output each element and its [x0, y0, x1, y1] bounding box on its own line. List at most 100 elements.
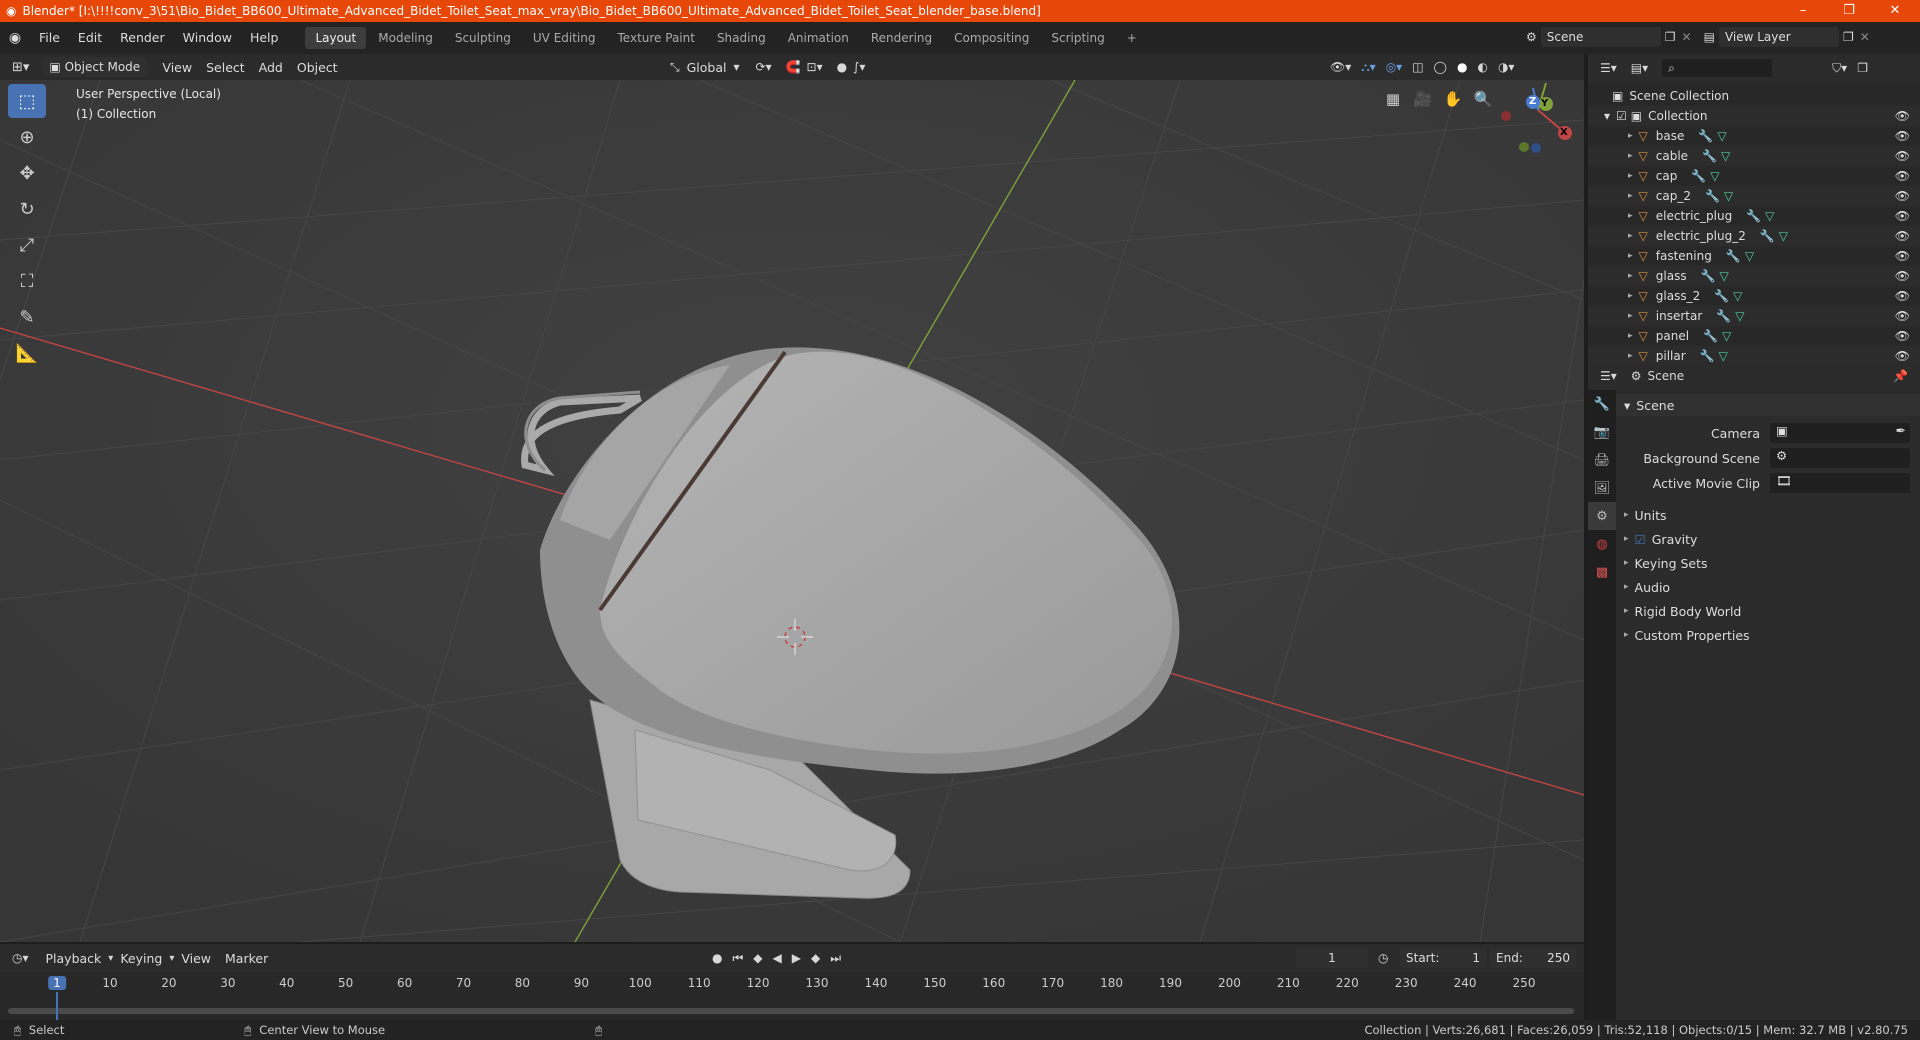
- end-frame-field[interactable]: End: 250: [1490, 948, 1576, 968]
- timeline-scrollbar[interactable]: [8, 1008, 1574, 1014]
- pivot-icon[interactable]: ⟳▾: [756, 60, 772, 74]
- eye-icon[interactable]: 👁: [1895, 109, 1910, 123]
- expand-arrow-icon[interactable]: ▸: [1628, 251, 1633, 261]
- add-workspace-button[interactable]: +: [1117, 27, 1147, 49]
- outliner-row-object[interactable]: ▸ ▽ base 🔧 ▽ 👁: [1588, 126, 1920, 146]
- outliner-row-object[interactable]: ▸ ▽ cap 🔧 ▽ 👁: [1588, 166, 1920, 186]
- close-button[interactable]: ✕: [1872, 0, 1918, 22]
- menu-timeline-view[interactable]: View: [174, 951, 218, 966]
- playhead-line[interactable]: [56, 992, 58, 1020]
- eye-icon[interactable]: 👁: [1895, 289, 1910, 303]
- eye-icon[interactable]: 👁: [1895, 189, 1910, 203]
- background-scene-field[interactable]: ⚙: [1770, 448, 1910, 468]
- tab-texture-paint[interactable]: Texture Paint: [608, 27, 705, 49]
- jump-end-icon[interactable]: ⏭: [830, 951, 841, 966]
- wireframe-shading-icon[interactable]: ◯: [1434, 60, 1447, 74]
- timeline-editor-icon[interactable]: ◷▾: [12, 951, 29, 965]
- tab-compositing[interactable]: Compositing: [944, 27, 1039, 49]
- expand-arrow-icon[interactable]: ▸: [1628, 351, 1633, 361]
- tab-modeling[interactable]: Modeling: [368, 27, 443, 49]
- expand-arrow-icon[interactable]: ▸: [1628, 331, 1633, 341]
- 3d-viewport[interactable]: X Y Z ▦ 🎥 ✋ 🔍: [0, 80, 1584, 942]
- scene-tab-icon[interactable]: ⚙: [1588, 502, 1616, 530]
- expand-arrow-icon[interactable]: ▸: [1628, 151, 1633, 161]
- current-frame-field[interactable]: 1: [1296, 948, 1368, 968]
- jump-start-icon[interactable]: ⏮: [732, 951, 743, 966]
- properties-section[interactable]: ▸ Custom Properties: [1616, 624, 1920, 646]
- solid-shading-icon[interactable]: ●: [1457, 60, 1467, 74]
- scale-tool-icon[interactable]: ⤢: [8, 228, 46, 262]
- outliner-row-object[interactable]: ▸ ▽ fastening 🔧 ▽ 👁: [1588, 246, 1920, 266]
- tab-layout[interactable]: Layout: [305, 27, 367, 49]
- gravity-checkbox[interactable]: ☑: [1635, 532, 1646, 547]
- tool-tab-icon[interactable]: 🔧: [1588, 390, 1616, 418]
- menu-object[interactable]: Object: [290, 60, 345, 75]
- active-movie-clip-field[interactable]: 🎞: [1770, 473, 1910, 493]
- menu-file[interactable]: File: [30, 22, 69, 54]
- properties-section[interactable]: ▸ Rigid Body World: [1616, 600, 1920, 622]
- annotate-tool-icon[interactable]: ✎: [8, 300, 46, 334]
- camera-view-icon[interactable]: 🎥: [1410, 86, 1436, 112]
- new-view-layer-icon[interactable]: ❐: [1843, 30, 1854, 44]
- outliner-row-scene-collection[interactable]: ▣ Scene Collection: [1588, 86, 1920, 106]
- outliner-row-object[interactable]: ▸ ▽ panel 🔧 ▽ 👁: [1588, 326, 1920, 346]
- camera-field[interactable]: ▣ ✒: [1770, 423, 1910, 443]
- new-scene-icon[interactable]: ❐: [1665, 30, 1676, 44]
- menu-edit[interactable]: Edit: [69, 22, 111, 54]
- eye-icon[interactable]: 👁: [1895, 269, 1910, 283]
- measure-tool-icon[interactable]: 📐: [8, 336, 46, 370]
- tab-rendering[interactable]: Rendering: [861, 27, 942, 49]
- tab-animation[interactable]: Animation: [778, 27, 859, 49]
- visibility-icon[interactable]: 👁▾: [1330, 60, 1351, 74]
- collapse-arrow-icon[interactable]: ▾: [1604, 109, 1610, 123]
- expand-arrow-icon[interactable]: ▸: [1628, 211, 1633, 221]
- menu-keying[interactable]: Keying: [113, 951, 169, 966]
- tab-sculpting[interactable]: Sculpting: [445, 27, 521, 49]
- proportional-edit-icon[interactable]: ●: [837, 60, 847, 74]
- render-tab-icon[interactable]: 📷: [1588, 418, 1616, 446]
- tab-shading[interactable]: Shading: [707, 27, 776, 49]
- eye-icon[interactable]: 👁: [1895, 309, 1910, 323]
- eye-icon[interactable]: 👁: [1895, 329, 1910, 343]
- scene-icon[interactable]: ⚙: [1526, 30, 1537, 44]
- gizmo-neg-x-axis[interactable]: [1501, 111, 1511, 121]
- outliner-row-object[interactable]: ▸ ▽ electric_plug_2 🔧 ▽ 👁: [1588, 226, 1920, 246]
- texture-tab-icon[interactable]: ▩: [1588, 558, 1616, 586]
- display-mode-icon[interactable]: ▤▾: [1631, 61, 1648, 75]
- new-collection-icon[interactable]: ❐: [1857, 61, 1868, 75]
- orientation-dropdown-icon[interactable]: ▾: [733, 60, 739, 74]
- expand-arrow-icon[interactable]: ▸: [1628, 271, 1633, 281]
- expand-arrow-icon[interactable]: ▸: [1628, 291, 1633, 301]
- clock-icon[interactable]: ◷: [1378, 951, 1388, 965]
- start-frame-field[interactable]: Start: 1: [1400, 948, 1486, 968]
- select-box-tool-icon[interactable]: ⬚: [8, 84, 46, 118]
- timeline[interactable]: 1 10 20 30 40 50 60 70 80 90 100 110 120 130 140 150 160…: [0, 972, 1584, 1020]
- eye-icon[interactable]: 👁: [1895, 169, 1910, 183]
- output-tab-icon[interactable]: 🖨: [1588, 446, 1616, 474]
- xray-icon[interactable]: ◫: [1412, 60, 1423, 74]
- outliner-row-object[interactable]: ▸ ▽ insertar 🔧 ▽ 👁: [1588, 306, 1920, 326]
- expand-arrow-icon[interactable]: ▸: [1628, 191, 1633, 201]
- eye-icon[interactable]: 👁: [1895, 129, 1910, 143]
- outliner-editor-icon[interactable]: ☰▾: [1600, 61, 1617, 75]
- rendered-shading-icon[interactable]: ◑▾: [1498, 60, 1515, 74]
- minimize-button[interactable]: –: [1780, 0, 1826, 22]
- menu-view[interactable]: View: [155, 60, 199, 75]
- orientation-selector[interactable]: Global: [680, 60, 734, 75]
- expand-arrow-icon[interactable]: ▸: [1628, 171, 1633, 181]
- rotate-tool-icon[interactable]: ↻: [8, 192, 46, 226]
- scene-selector[interactable]: Scene: [1540, 27, 1661, 47]
- properties-editor-icon[interactable]: ☰▾: [1600, 369, 1617, 383]
- properties-section[interactable]: ▸ Audio: [1616, 576, 1920, 598]
- delete-scene-icon[interactable]: ✕: [1682, 30, 1692, 44]
- next-keyframe-icon[interactable]: ◆: [811, 951, 820, 965]
- gizmo-neg-y-axis[interactable]: [1519, 142, 1529, 152]
- view-layer-tab-icon[interactable]: 🖼: [1588, 474, 1616, 502]
- gizmo-icon[interactable]: ⛬▾: [1361, 60, 1375, 75]
- maximize-button[interactable]: ❐: [1826, 0, 1872, 22]
- editor-type-icon[interactable]: ⊞▾: [12, 60, 29, 75]
- outliner-row-collection[interactable]: ▾ ☑ ▣ Collection 👁: [1588, 106, 1920, 126]
- menu-marker[interactable]: Marker: [218, 951, 275, 966]
- tab-scripting[interactable]: Scripting: [1041, 27, 1114, 49]
- properties-section[interactable]: ▸ Units: [1616, 504, 1920, 526]
